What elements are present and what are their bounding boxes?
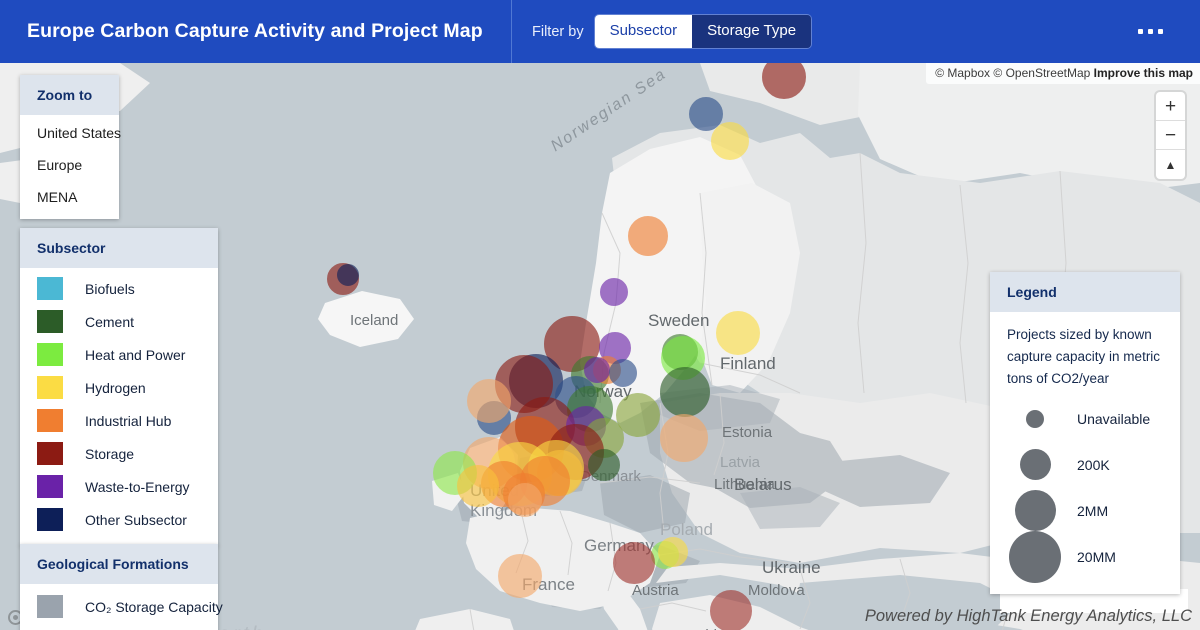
zoom-in-icon[interactable]: + bbox=[1156, 92, 1185, 121]
project-bubble[interactable] bbox=[716, 311, 760, 355]
subsector-swatch bbox=[37, 409, 63, 432]
header-title-container: Europe Carbon Capture Activity and Proje… bbox=[0, 0, 512, 63]
subsector-label: Waste-to-Energy bbox=[85, 478, 190, 495]
project-bubble[interactable] bbox=[613, 542, 655, 584]
map-attribution: © Mapbox © OpenStreetMap Improve this ma… bbox=[926, 63, 1200, 84]
legend-item-waste-to-energy[interactable]: Waste-to-Energy bbox=[20, 470, 218, 503]
size-legend-label: 200K bbox=[1077, 456, 1110, 473]
overflow-menu-icon[interactable] bbox=[1124, 0, 1176, 63]
subsector-label: Cement bbox=[85, 313, 135, 330]
filter-by-label: Filter by bbox=[532, 23, 584, 40]
filter-segmented-control: Subsector Storage Type bbox=[594, 15, 812, 48]
subsector-swatch bbox=[37, 343, 63, 366]
project-bubble[interactable] bbox=[628, 216, 668, 256]
zoom-to-title: Zoom to bbox=[20, 75, 119, 115]
size-dot-icon bbox=[1026, 409, 1044, 428]
project-bubble[interactable] bbox=[337, 264, 359, 286]
legend-item-heat-and-power[interactable]: Heat and Power bbox=[20, 338, 218, 371]
size-dot-cell bbox=[1007, 409, 1063, 428]
legend-item-industrial-hub[interactable]: Industrial Hub bbox=[20, 404, 218, 437]
subsector-swatch bbox=[37, 277, 63, 300]
co2-storage-capacity-label: CO₂ Storage Capacity bbox=[85, 598, 223, 615]
project-bubble[interactable] bbox=[711, 122, 749, 160]
size-legend-label: 20MM bbox=[1077, 548, 1116, 565]
subsector-legend-list: Biofuels Cement Heat and Power Hydrogen Indu… bbox=[20, 268, 218, 546]
zoom-to-panel: Zoom to United States Europe MENA bbox=[20, 75, 121, 219]
subsector-legend-panel: Subsector Biofuels Cement Heat and Power Hy… bbox=[20, 228, 218, 546]
size-legend-item-20mm: 20MM bbox=[990, 530, 1180, 583]
project-bubble[interactable] bbox=[660, 414, 708, 462]
subsector-label: Industrial Hub bbox=[85, 412, 172, 429]
page-title: Europe Carbon Capture Activity and Proje… bbox=[27, 20, 483, 42]
project-bubble[interactable] bbox=[588, 449, 620, 481]
legend-item-storage[interactable]: Storage bbox=[20, 437, 218, 470]
legend-item-co2-storage-capacity[interactable]: CO₂ Storage Capacity bbox=[20, 590, 223, 623]
filter-option-storage-type[interactable]: Storage Type bbox=[692, 15, 812, 48]
size-legend-list: Unavailable 200K 2MM 20MM bbox=[990, 396, 1180, 583]
size-legend-note: Projects sized by known capture capacity… bbox=[1007, 327, 1161, 386]
size-legend-title: Legend bbox=[990, 272, 1180, 312]
attribution-mapbox[interactable]: © Mapbox bbox=[935, 66, 990, 80]
geological-formations-panel: Geological Formations CO₂ Storage Capaci… bbox=[20, 544, 223, 630]
project-bubble[interactable] bbox=[710, 590, 752, 630]
subsector-label: Biofuels bbox=[85, 280, 135, 297]
legend-item-biofuels[interactable]: Biofuels bbox=[20, 272, 218, 305]
size-legend-label: 2MM bbox=[1077, 502, 1109, 519]
subsector-swatch bbox=[37, 508, 63, 531]
attribution-osm[interactable]: © OpenStreetMap bbox=[993, 66, 1090, 80]
legend-item-cement[interactable]: Cement bbox=[20, 305, 218, 338]
compass-icon[interactable]: ▲ bbox=[1156, 150, 1185, 179]
size-legend-item-unavailable: Unavailable bbox=[990, 396, 1180, 442]
filter-option-subsector[interactable]: Subsector bbox=[594, 15, 693, 48]
size-legend-panel: Legend Projects sized by known capture c… bbox=[990, 272, 1180, 594]
powered-by-label: Powered by HighTank Energy Analytics, LL… bbox=[864, 607, 1192, 625]
size-dot-cell bbox=[1007, 449, 1063, 481]
app-header: Europe Carbon Capture Activity and Proje… bbox=[0, 0, 1200, 63]
carbon-capture-map-app: Europe Carbon Capture Activity and Proje… bbox=[0, 0, 1200, 630]
zoom-out-icon[interactable]: − bbox=[1156, 121, 1185, 150]
kebab-dot bbox=[1147, 29, 1153, 34]
project-bubble[interactable] bbox=[600, 278, 628, 306]
size-dot-icon bbox=[1009, 530, 1061, 583]
subsector-swatch bbox=[37, 475, 63, 498]
size-dot-icon bbox=[1014, 490, 1056, 532]
project-bubble[interactable] bbox=[508, 483, 542, 517]
size-legend-body: Projects sized by known capture capacity… bbox=[990, 312, 1180, 594]
kebab-dot bbox=[1137, 29, 1143, 34]
subsector-label: Storage bbox=[85, 445, 135, 462]
zoom-to-item-mena[interactable]: MENA bbox=[20, 181, 119, 213]
size-dot-icon bbox=[1019, 449, 1051, 481]
size-legend-label: Unavailable bbox=[1077, 410, 1151, 427]
legend-item-other-subsector[interactable]: Other Subsector bbox=[20, 503, 218, 536]
subsector-swatch bbox=[37, 376, 63, 399]
attribution-improve-link[interactable]: Improve this map bbox=[1094, 66, 1193, 80]
subsector-legend-title: Subsector bbox=[20, 228, 218, 268]
project-bubble[interactable] bbox=[457, 465, 499, 507]
geological-formations-title: Geological Formations bbox=[20, 544, 218, 584]
project-bubble[interactable] bbox=[658, 537, 688, 567]
map-navigation-controls: + − ▲ bbox=[1156, 92, 1185, 179]
size-legend-item-200k: 200K bbox=[990, 442, 1180, 488]
project-bubble[interactable] bbox=[660, 367, 710, 417]
project-bubble[interactable] bbox=[609, 359, 637, 387]
subsector-label: Hydrogen bbox=[85, 379, 146, 396]
subsector-swatch bbox=[37, 442, 63, 465]
zoom-to-item-europe[interactable]: Europe bbox=[20, 149, 119, 181]
project-bubble[interactable] bbox=[498, 554, 542, 598]
kebab-dot bbox=[1157, 29, 1163, 34]
zoom-to-list: United States Europe MENA bbox=[20, 115, 121, 219]
geological-formations-list: CO₂ Storage Capacity bbox=[20, 584, 223, 630]
filter-controls: Filter by Subsector Storage Type bbox=[512, 0, 812, 63]
size-dot-cell bbox=[1007, 490, 1063, 532]
zoom-to-item-united-states[interactable]: United States bbox=[20, 117, 121, 149]
subsector-label: Other Subsector bbox=[85, 511, 187, 528]
project-bubble[interactable] bbox=[467, 379, 511, 423]
size-dot-cell bbox=[1007, 530, 1063, 583]
size-legend-item-2mm: 2MM bbox=[990, 488, 1180, 534]
co2-storage-capacity-swatch bbox=[37, 595, 63, 618]
subsector-swatch bbox=[37, 310, 63, 333]
subsector-label: Heat and Power bbox=[85, 346, 186, 363]
legend-item-hydrogen[interactable]: Hydrogen bbox=[20, 371, 218, 404]
